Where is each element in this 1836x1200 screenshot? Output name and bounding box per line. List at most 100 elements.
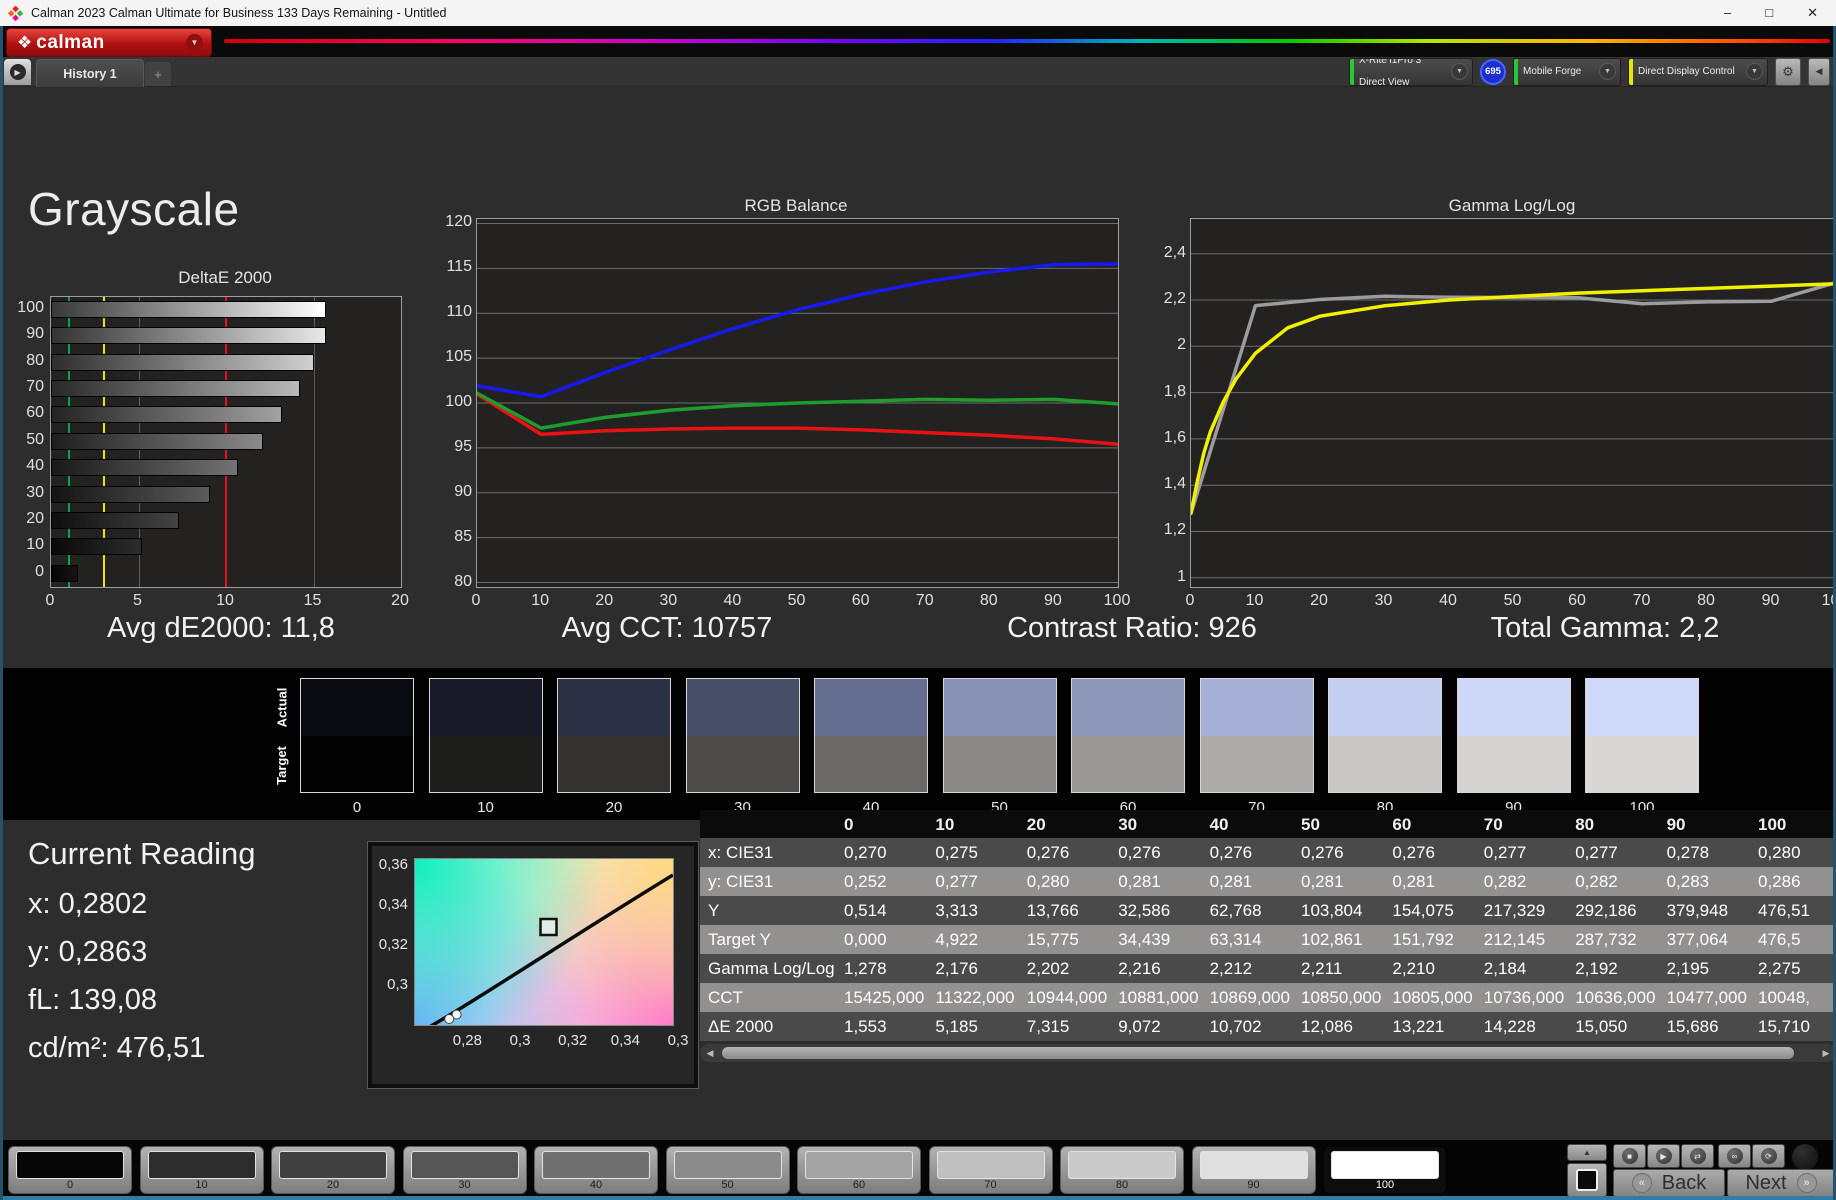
table-header-row: 0 10 20 30 40 50 60 70 80 90 100	[700, 810, 1836, 839]
window-title: Calman 2023 Calman Ultimate for Business…	[31, 6, 447, 20]
add-tab-button[interactable]: +	[145, 62, 171, 86]
close-button[interactable]: ✕	[1807, 5, 1818, 21]
deltae-bar	[51, 564, 79, 582]
swatch-90	[1456, 678, 1571, 793]
scroll-right-arrow-icon[interactable]: ▶	[1818, 1046, 1834, 1060]
swatch-target	[686, 735, 799, 792]
pattern-patch-0[interactable]: 0	[8, 1146, 132, 1194]
x-axis-tick-label: 20	[595, 592, 614, 609]
meter-select[interactable]: X-Rite i1Pro 3 Direct View ▼	[1349, 57, 1473, 86]
calman-menu-button[interactable]: ❖ calman ▼	[6, 28, 212, 57]
table-row: y: CIE31 0,252 0,277 0,280 0,281 0,281 0,281 0,…	[700, 867, 1836, 896]
patch-swatch	[410, 1151, 519, 1179]
x-axis-tick-label: 40	[723, 592, 742, 609]
patch-label: 50	[721, 1179, 734, 1191]
swatch-actual	[301, 679, 413, 736]
swatch-20	[557, 678, 671, 793]
y-axis-tick-label: 2,2	[1163, 290, 1186, 307]
reading-fl: fL: 139,08	[28, 984, 157, 1016]
patch-label: 0	[66, 1179, 74, 1191]
pattern-patch-90[interactable]: 90	[1191, 1146, 1316, 1194]
table-cell: 0,286	[1758, 872, 1801, 891]
play-button[interactable]: ▶	[1647, 1144, 1680, 1168]
deltae-bar-row	[51, 508, 401, 534]
rgb-balance-chart: RGB Balance 120 115 110 105 100 95 90 85 80 0 10 20…	[430, 192, 1130, 616]
deltae-bar	[51, 353, 315, 371]
minimize-button[interactable]: –	[1724, 5, 1731, 21]
pattern-patch-80[interactable]: 80	[1060, 1146, 1184, 1194]
chevron-down-icon[interactable]: ▼	[186, 34, 203, 51]
stop-button[interactable]: ■	[1613, 1144, 1646, 1168]
pattern-patch-40[interactable]: 40	[534, 1146, 658, 1194]
table-cell: 476,51	[1758, 901, 1810, 920]
step-button[interactable]: ⇄	[1681, 1144, 1714, 1168]
source-select[interactable]: Mobile Forge ▼	[1513, 57, 1621, 86]
summary-stat-0: Avg dE2000: 11,8	[107, 612, 335, 644]
meter-status-badge[interactable]: 695	[1480, 58, 1506, 85]
maximize-button[interactable]: □	[1765, 5, 1773, 21]
column-header: 50	[1301, 815, 1320, 834]
patch-label: 20	[326, 1179, 340, 1191]
column-header: 90	[1666, 815, 1686, 834]
window-left-edge	[0, 26, 3, 1200]
tab-history-1[interactable]: History 1	[36, 59, 144, 87]
y-axis-tick-label: 0,36	[378, 856, 408, 873]
settings-button[interactable]: ⚙	[1775, 57, 1801, 86]
next-button[interactable]: Next »	[1727, 1169, 1835, 1197]
pattern-patch-60[interactable]: 60	[797, 1146, 921, 1194]
swatch-target	[301, 735, 413, 792]
continuous-button[interactable]: ∞	[1718, 1144, 1751, 1168]
pattern-patch-50[interactable]: 50	[665, 1146, 790, 1194]
x-axis-tick-label: 20	[1310, 592, 1328, 609]
x-axis-tick-label: 80	[979, 592, 998, 609]
swatch-target	[1200, 735, 1313, 792]
back-button[interactable]: « Back	[1613, 1169, 1725, 1197]
infinity-icon: ∞	[1726, 1148, 1743, 1164]
y-axis-tick-label: 110	[446, 303, 472, 321]
pattern-patch-20[interactable]: 20	[271, 1146, 395, 1194]
x-axis-tick-label: 30	[659, 592, 678, 609]
actual-row-label: Actual	[274, 687, 290, 728]
play-icon: ▶	[1655, 1148, 1672, 1164]
patch-label: 40	[589, 1179, 603, 1191]
x-axis-tick-label: 60	[851, 592, 870, 609]
pattern-patch-70[interactable]: 70	[928, 1146, 1053, 1194]
display-control-select[interactable]: Direct Display Control ▼	[1628, 57, 1768, 86]
scroll-left-arrow-icon[interactable]: ◀	[702, 1046, 718, 1060]
row-label: Y	[708, 901, 720, 920]
chevron-down-icon[interactable]: ▼	[1746, 63, 1763, 80]
chevron-down-icon[interactable]: ▼	[1599, 63, 1616, 80]
chart-title: DeltaE 2000	[178, 268, 272, 287]
meter-line1: X-Rite i1Pro 3	[1359, 57, 1422, 67]
y-axis-tick-label: 100	[445, 393, 472, 410]
y-axis-tick-label: 1,6	[1163, 428, 1186, 446]
scrollbar-thumb[interactable]	[722, 1047, 1794, 1059]
deltae-bar-row	[51, 402, 401, 428]
pattern-patch-10[interactable]: 10	[139, 1146, 264, 1194]
tab-scroll-button[interactable]: ▶	[4, 59, 31, 85]
deltae-bar	[51, 301, 326, 318]
refresh-button[interactable]: ⟳	[1752, 1144, 1785, 1168]
pattern-window-button[interactable]	[1567, 1163, 1607, 1197]
table-horizontal-scrollbar[interactable]: ◀ ▶	[700, 1044, 1836, 1062]
row-label: ΔE 2000	[708, 1017, 774, 1036]
collapse-panel-button[interactable]: ◀	[1808, 57, 1830, 86]
swatch-0	[300, 678, 414, 793]
tab-label: History 1	[63, 66, 117, 81]
blackbody-locus	[429, 873, 673, 1025]
patch-swatch	[1331, 1151, 1439, 1179]
y-axis-tick-label: 30	[26, 483, 44, 501]
blue-line	[477, 262, 1118, 399]
swatch-60	[1071, 678, 1185, 793]
chevron-down-icon[interactable]: ▼	[1451, 63, 1468, 80]
x-axis-tick-label: 5	[133, 592, 142, 609]
pattern-patch-30[interactable]: 30	[402, 1146, 527, 1194]
pattern-patch-100[interactable]: 100	[1323, 1146, 1447, 1194]
green-line	[477, 391, 1118, 430]
current-reading-panel: Current Reading x: 0,2802 y: 0,2863 fL: …	[28, 836, 255, 1080]
window-bottom-edge	[0, 1196, 1836, 1200]
swatch-10	[428, 678, 543, 793]
panel-expand-button[interactable]: ▲	[1567, 1144, 1607, 1161]
deltae-bar	[51, 380, 300, 398]
chevron-left-icon: ◀	[1815, 66, 1823, 76]
